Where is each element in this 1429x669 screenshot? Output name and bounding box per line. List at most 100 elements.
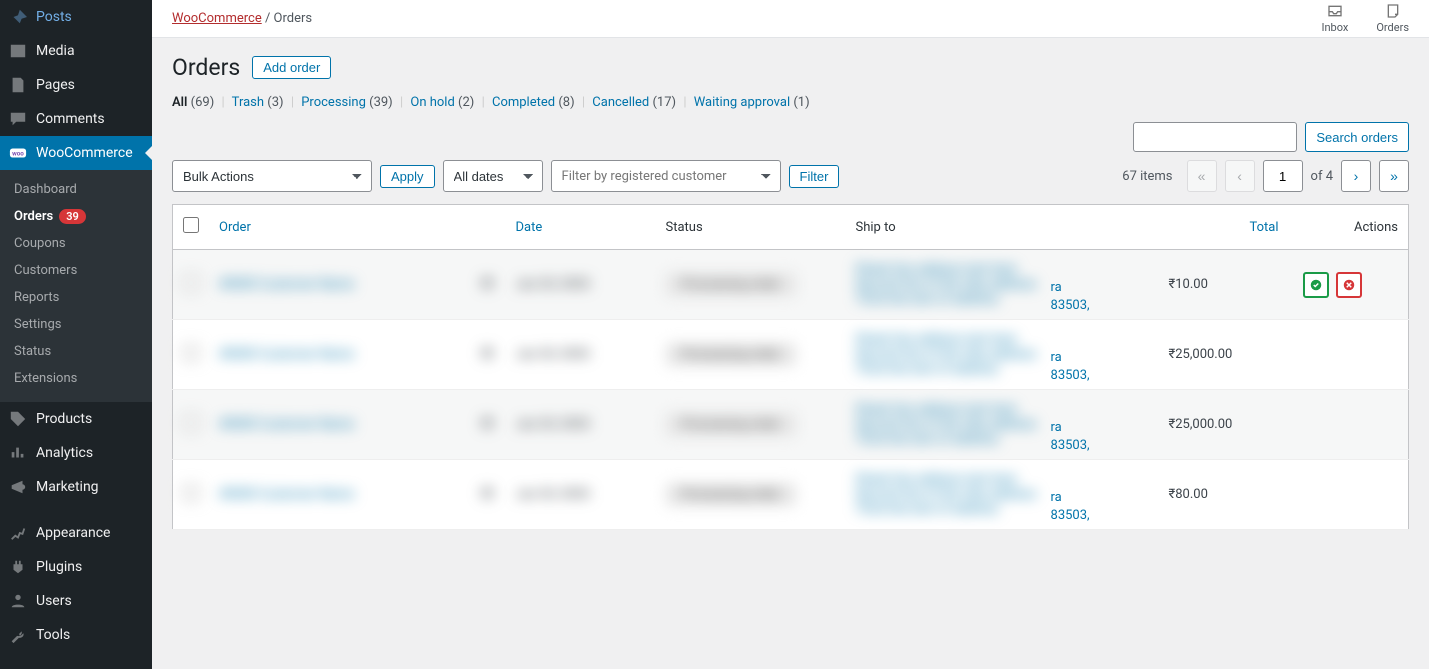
- breadcrumb-parent[interactable]: WooCommerce: [172, 11, 262, 26]
- sidebar-item-products[interactable]: Products: [0, 402, 152, 436]
- date-filter-select[interactable]: All dates: [443, 160, 543, 192]
- pager-last[interactable]: »: [1379, 160, 1409, 192]
- col-shipto: Ship to: [846, 205, 1159, 250]
- status-badge: Processing order: [666, 483, 796, 506]
- row-checkbox[interactable]: [183, 485, 199, 501]
- table-row[interactable]: #0000 Customer Name 👁 Jan 00, 0000 Proce…: [173, 250, 1409, 320]
- orders-table: Order Date Status Ship to Total Actions …: [172, 204, 1409, 530]
- pager-next[interactable]: ›: [1341, 160, 1371, 192]
- preview-icon[interactable]: 👁: [479, 347, 496, 362]
- ship-to-address: Street line address text hereSecond line…: [856, 472, 1149, 517]
- sidebar-item-posts[interactable]: Posts: [0, 0, 152, 34]
- pager-total: of 4: [1311, 169, 1333, 184]
- row-checkbox[interactable]: [183, 415, 199, 431]
- apply-button[interactable]: Apply: [380, 165, 435, 188]
- sidebar-item-comments[interactable]: Comments: [0, 102, 152, 136]
- pages-icon: [8, 76, 28, 94]
- ship-to-visible-1: ra: [1051, 420, 1062, 435]
- row-checkbox[interactable]: [183, 345, 199, 361]
- approve-button[interactable]: [1303, 272, 1329, 298]
- subitem-dashboard[interactable]: Dashboard: [0, 176, 152, 203]
- order-link[interactable]: #0000 Customer Name: [219, 487, 354, 502]
- order-date: Jan 00, 0000: [516, 487, 590, 502]
- search-input[interactable]: [1133, 122, 1297, 152]
- pin-icon: [8, 8, 28, 26]
- row-checkbox[interactable]: [183, 275, 199, 291]
- filter-completed[interactable]: Completed: [492, 95, 555, 110]
- top-orders-button[interactable]: Orders: [1376, 3, 1409, 34]
- order-link[interactable]: #0000 Customer Name: [219, 277, 354, 292]
- analytics-icon: [8, 444, 28, 462]
- breadcrumb-current: Orders: [274, 11, 313, 26]
- col-order[interactable]: Order: [209, 205, 469, 250]
- order-total: ₹10.00: [1159, 250, 1289, 320]
- svg-text:woo: woo: [12, 150, 24, 158]
- col-date[interactable]: Date: [506, 205, 656, 250]
- bulk-actions-select[interactable]: Bulk Actions: [172, 160, 372, 192]
- woocommerce-submenu: Dashboard Orders 39 Coupons Customers Re…: [0, 170, 152, 402]
- order-date: Jan 00, 0000: [516, 347, 590, 362]
- subitem-extensions[interactable]: Extensions: [0, 365, 152, 392]
- order-link[interactable]: #0000 Customer Name: [219, 347, 354, 362]
- filter-all[interactable]: All: [172, 95, 187, 110]
- col-status: Status: [656, 205, 846, 250]
- pager-current-input[interactable]: [1263, 160, 1303, 192]
- filter-on-hold[interactable]: On hold: [410, 95, 454, 110]
- sidebar-item-plugins[interactable]: Plugins: [0, 550, 152, 584]
- order-date: Jan 00, 0000: [516, 417, 590, 432]
- sidebar-item-tools[interactable]: Tools: [0, 618, 152, 652]
- sidebar-item-marketing[interactable]: Marketing: [0, 470, 152, 504]
- sidebar-item-analytics[interactable]: Analytics: [0, 436, 152, 470]
- products-icon: [8, 410, 28, 428]
- table-row[interactable]: #0000 Customer Name 👁 Jan 00, 0000 Proce…: [173, 320, 1409, 390]
- table-row[interactable]: #0000 Customer Name 👁 Jan 00, 0000 Proce…: [173, 460, 1409, 530]
- add-order-button[interactable]: Add order: [252, 56, 331, 79]
- subitem-coupons[interactable]: Coupons: [0, 230, 152, 257]
- inbox-icon: [1325, 3, 1345, 19]
- subitem-status[interactable]: Status: [0, 338, 152, 365]
- subitem-reports[interactable]: Reports: [0, 284, 152, 311]
- pager-prev[interactable]: ‹: [1225, 160, 1255, 192]
- status-filters: All (69) | Trash (3) | Processing (39) |…: [172, 95, 1409, 110]
- filter-button[interactable]: Filter: [789, 165, 840, 188]
- order-date: Jan 00, 0000: [516, 277, 590, 292]
- status-badge: Processing order: [666, 343, 796, 366]
- sidebar-item-pages[interactable]: Pages: [0, 68, 152, 102]
- ship-to-visible-2: 83503,: [1051, 298, 1090, 313]
- ship-to-visible-1: ra: [1051, 350, 1062, 365]
- filter-processing[interactable]: Processing: [301, 95, 366, 110]
- order-link[interactable]: #0000 Customer Name: [219, 417, 354, 432]
- filter-trash[interactable]: Trash: [232, 95, 264, 110]
- reject-button[interactable]: [1336, 272, 1362, 298]
- preview-icon[interactable]: 👁: [479, 487, 496, 502]
- preview-icon[interactable]: 👁: [479, 417, 496, 432]
- subitem-settings[interactable]: Settings: [0, 311, 152, 338]
- order-total: ₹25,000.00: [1159, 390, 1289, 460]
- plugins-icon: [8, 558, 28, 576]
- subitem-orders[interactable]: Orders 39: [0, 203, 152, 230]
- order-total: ₹25,000.00: [1159, 320, 1289, 390]
- sidebar-item-appearance[interactable]: Appearance: [0, 516, 152, 550]
- filter-waiting-approval[interactable]: Waiting approval: [694, 95, 790, 110]
- sidebar-item-users[interactable]: Users: [0, 584, 152, 618]
- top-inbox-button[interactable]: Inbox: [1321, 3, 1348, 34]
- pager-first[interactable]: «: [1187, 160, 1217, 192]
- woocommerce-icon: woo: [8, 144, 28, 162]
- sidebar-item-media[interactable]: Media: [0, 34, 152, 68]
- preview-icon[interactable]: 👁: [479, 277, 496, 292]
- subitem-customers[interactable]: Customers: [0, 257, 152, 284]
- select-all-checkbox[interactable]: [183, 217, 199, 233]
- ship-to-visible-2: 83503,: [1051, 508, 1090, 523]
- sidebar-item-woocommerce[interactable]: woo WooCommerce: [0, 136, 152, 170]
- topbar: WooCommerce / Orders Inbox Orders: [152, 0, 1429, 38]
- customer-filter-select[interactable]: Filter by registered customer: [551, 160, 781, 192]
- ship-to-address: Street line address text hereSecond line…: [856, 332, 1149, 377]
- col-total[interactable]: Total: [1159, 205, 1289, 250]
- table-row[interactable]: #0000 Customer Name 👁 Jan 00, 0000 Proce…: [173, 390, 1409, 460]
- ship-to-address: Street line address text hereSecond line…: [856, 262, 1149, 307]
- status-badge: Processing order: [666, 413, 796, 436]
- filter-cancelled[interactable]: Cancelled: [592, 95, 649, 110]
- search-orders-button[interactable]: Search orders: [1305, 122, 1409, 152]
- admin-sidebar: Posts Media Pages Comments woo WooCommer…: [0, 0, 152, 669]
- appearance-icon: [8, 524, 28, 542]
